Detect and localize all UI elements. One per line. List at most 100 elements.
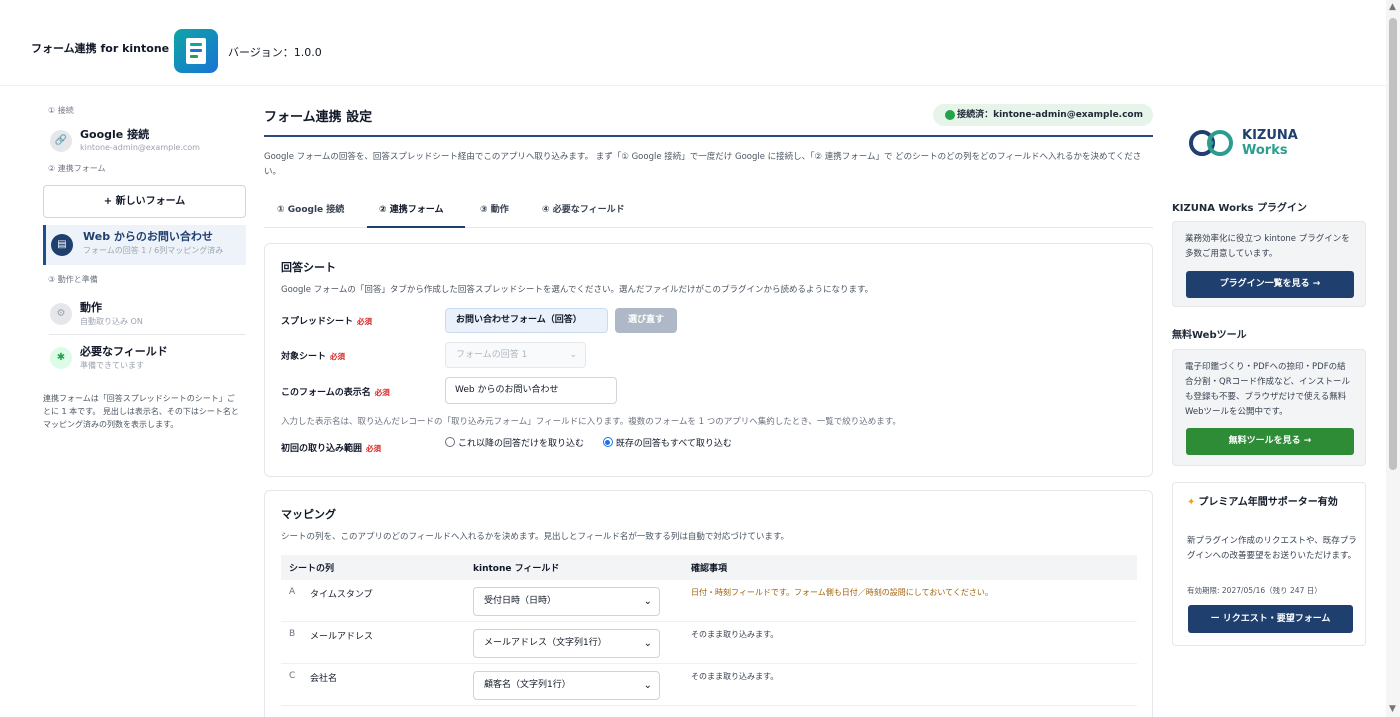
target-sheet-label: 対象シート 必須 bbox=[281, 352, 346, 362]
nav-item-web-inquiry-form[interactable]: ▤ Web からのお問い合わせ フォームの回答 1 / 6列マッピング済み bbox=[43, 225, 246, 265]
status-dot-icon bbox=[945, 110, 956, 120]
new-form-button[interactable]: + 新しいフォーム bbox=[43, 185, 246, 218]
nav-section-connection: ① 接続 bbox=[48, 106, 74, 115]
radio-include-existing[interactable] bbox=[602, 437, 613, 447]
mapping-note: そのまま取り込みます。 bbox=[691, 672, 779, 681]
required-mark: 必須 bbox=[330, 352, 346, 361]
radio-new-only[interactable] bbox=[445, 437, 455, 447]
display-name-label: このフォームの表示名 必須 bbox=[281, 388, 390, 398]
form-app-icon bbox=[174, 29, 218, 73]
radio-label-include-existing[interactable]: 既存の回答もすべて取り込む bbox=[616, 439, 732, 449]
plugin-list-button[interactable]: プラグイン一覧を見る → bbox=[1186, 271, 1354, 298]
table-row: A タイムスタンプ 受付日時（日時） ⌄ 日付・時刻フィールドです。フォーム側も… bbox=[281, 580, 1137, 622]
premium-expiry: 有効期限: 2027/05/16（残り 247 日） bbox=[1187, 586, 1322, 595]
connection-status-text: 接続済：kintone-admin@example.com bbox=[957, 110, 1143, 120]
tab-behavior[interactable]: ③ 動作 bbox=[480, 200, 520, 228]
plugins-heading: KIZUNA Works プラグイン bbox=[1172, 203, 1307, 214]
settings-tabs: ① Google 接続 ② 連携フォーム ③ 動作 ④ 必要なフィールド bbox=[264, 200, 1153, 228]
mapping-card: マッピング シートの列を、このアプリのどのフィールドへ入れるかを決めます。見出し… bbox=[264, 490, 1153, 717]
response-sheet-card: 回答シート Google フォームの「回答」タブから作成した回答スプレッドシート… bbox=[264, 243, 1153, 477]
premium-text: 新プラグイン作成のリクエストや、既存プラグインへの改善要望をお送りいただけます。 bbox=[1187, 536, 1357, 561]
display-name-hint: 入力した表示名は、取り込んだレコードの「取り込み元フォーム」フィールドに入ります… bbox=[281, 417, 901, 427]
kintone-field-select[interactable]: メールアドレス（文字列1行） ⌄ bbox=[473, 629, 660, 658]
premium-title: ✦ プレミアム年間サポーター有効 bbox=[1187, 497, 1338, 508]
sparkle-icon: ✦ bbox=[1187, 497, 1196, 508]
page-description: Google フォームの回答を、回答スプレッドシート経由でこのアプリへ取り込みま… bbox=[264, 152, 1142, 177]
chevron-down-icon: ⌄ bbox=[569, 350, 577, 360]
mapping-description: シートの列を、このアプリのどのフィールドへ入れるかを決めます。見出しとフィールド… bbox=[281, 532, 789, 542]
nav-item-google-connection[interactable]: 🔗 Google 接続 kintone-admin@example.com bbox=[43, 123, 246, 161]
mapping-table: シートの列 kintone フィールド 確認事項 A タイムスタンプ 受付日時（… bbox=[281, 555, 1137, 706]
nav-item-sub: kintone-admin@example.com bbox=[80, 143, 200, 152]
spreadsheet-label: スプレッドシート 必須 bbox=[281, 317, 373, 327]
nav-divider bbox=[49, 334, 246, 335]
nav-item-title: 動作 bbox=[80, 301, 102, 314]
title-divider bbox=[264, 135, 1153, 137]
initial-range-label: 初回の取り込み範囲 必須 bbox=[281, 444, 382, 454]
mapping-note: そのまま取り込みます。 bbox=[691, 630, 779, 639]
chevron-down-icon: ⌄ bbox=[643, 680, 652, 691]
scroll-thumb[interactable] bbox=[1389, 18, 1397, 470]
app-version: バージョン：1.0.0 bbox=[228, 46, 322, 59]
tools-box: 電子印鑑づくり・PDFへの捺印・PDFの結合分割・QRコード作成など、インストー… bbox=[1172, 349, 1366, 466]
kintone-field-select[interactable]: 顧客名（文字列1行） ⌄ bbox=[473, 671, 660, 700]
column-letter: B bbox=[289, 629, 296, 639]
tab-linked-forms[interactable]: ② 連携フォーム bbox=[367, 200, 465, 228]
plugins-text: 業務効率化に役立つ kintone プラグインを多数ご用意しています。 bbox=[1185, 234, 1350, 259]
nav-item-title: Google 接続 bbox=[80, 128, 150, 141]
kizuna-logo-icon bbox=[1189, 130, 1233, 156]
target-sheet-select[interactable]: フォームの回答 1 ⌄ bbox=[445, 342, 586, 368]
gear-icon: ⚙ bbox=[50, 303, 72, 325]
column-letter: C bbox=[289, 671, 296, 681]
page-title: フォーム連携 設定 bbox=[264, 110, 373, 125]
required-mark: 必須 bbox=[366, 444, 382, 453]
column-name: タイムスタンプ bbox=[310, 590, 373, 600]
connection-status-badge: 接続済：kintone-admin@example.com bbox=[933, 104, 1153, 126]
header-sheet-column: シートの列 bbox=[289, 564, 335, 574]
free-tools-button[interactable]: 無料ツールを見る → bbox=[1186, 428, 1354, 455]
scroll-down-arrow-icon[interactable]: ▼ bbox=[1389, 705, 1396, 714]
link-icon: 🔗 bbox=[50, 130, 72, 152]
tools-text: 電子印鑑づくり・PDFへの捺印・PDFの結合分割・QRコード作成など、インストー… bbox=[1185, 362, 1351, 417]
response-sheet-title: 回答シート bbox=[281, 261, 336, 274]
chevron-down-icon: ⌄ bbox=[643, 596, 652, 607]
column-name: メールアドレス bbox=[310, 632, 374, 642]
tools-heading: 無料Webツール bbox=[1172, 330, 1247, 341]
display-name-input[interactable]: Web からのお問い合わせ bbox=[445, 377, 617, 404]
puzzle-icon: ✱ bbox=[50, 347, 72, 369]
nav-item-sub: 準備できています bbox=[80, 361, 144, 370]
plugins-box: 業務効率化に役立つ kintone プラグインを多数ご用意しています。 プラグイ… bbox=[1172, 221, 1366, 307]
nav-item-required-fields[interactable]: ✱ 必要なフィールド 準備できています bbox=[43, 340, 246, 378]
required-mark: 必須 bbox=[374, 388, 390, 397]
mapping-note: 日付・時刻フィールドです。フォーム側も日付／時刻の設問にしておいてください。 bbox=[691, 588, 993, 597]
nav-item-title: 必要なフィールド bbox=[80, 345, 168, 358]
mapping-table-header: シートの列 kintone フィールド 確認事項 bbox=[281, 555, 1137, 580]
brand-name: KIZUNA Works bbox=[1242, 128, 1298, 158]
nav-section-behavior: ③ 動作と準備 bbox=[48, 275, 98, 284]
app-header: フォーム連携 for kintone バージョン：1.0.0 bbox=[0, 0, 1386, 86]
radio-label-new-only[interactable]: これ以降の回答だけを取り込む bbox=[458, 439, 584, 449]
header-kintone-field: kintone フィールド bbox=[473, 564, 560, 574]
mapping-title: マッピング bbox=[281, 508, 336, 521]
header-notes: 確認事項 bbox=[691, 564, 728, 574]
page-scrollbar[interactable]: ▲ ▼ bbox=[1386, 0, 1400, 717]
nav-item-sub: フォームの回答 1 / 6列マッピング済み bbox=[83, 246, 224, 255]
nav-item-sub: 自動取り込み ON bbox=[80, 317, 143, 326]
clipboard-icon: ▤ bbox=[51, 234, 73, 256]
kizuna-works-logo: KIZUNA Works bbox=[1187, 126, 1327, 160]
scroll-up-arrow-icon[interactable]: ▲ bbox=[1389, 3, 1396, 12]
response-sheet-description: Google フォームの「回答」タブから作成した回答スプレッドシートを選んでくだ… bbox=[281, 285, 874, 295]
initial-range-radio-group: これ以降の回答だけを取り込む 既存の回答もすべて取り込む bbox=[445, 436, 748, 449]
chevron-down-icon: ⌄ bbox=[643, 638, 652, 649]
request-form-button[interactable]: ー リクエスト・要望フォーム bbox=[1188, 605, 1353, 633]
premium-supporter-card: ✦ プレミアム年間サポーター有効 新プラグイン作成のリクエストや、既存プラグインへ… bbox=[1172, 482, 1366, 646]
column-name: 会社名 bbox=[310, 674, 338, 684]
nav-item-behavior[interactable]: ⚙ 動作 自動取り込み ON bbox=[43, 296, 246, 334]
required-mark: 必須 bbox=[357, 317, 373, 326]
kintone-field-select[interactable]: 受付日時（日時） ⌄ bbox=[473, 587, 660, 616]
column-letter: A bbox=[289, 587, 296, 597]
tab-google-connection[interactable]: ① Google 接続 bbox=[277, 200, 357, 228]
reselect-spreadsheet-button[interactable]: 選び直す bbox=[615, 308, 677, 333]
tab-required-fields[interactable]: ④ 必要なフィールド bbox=[542, 200, 642, 228]
nav-note: 連携フォームは「回答スプレッドシートのシート」ごとに 1 本です。 見出しは表示… bbox=[43, 394, 239, 429]
